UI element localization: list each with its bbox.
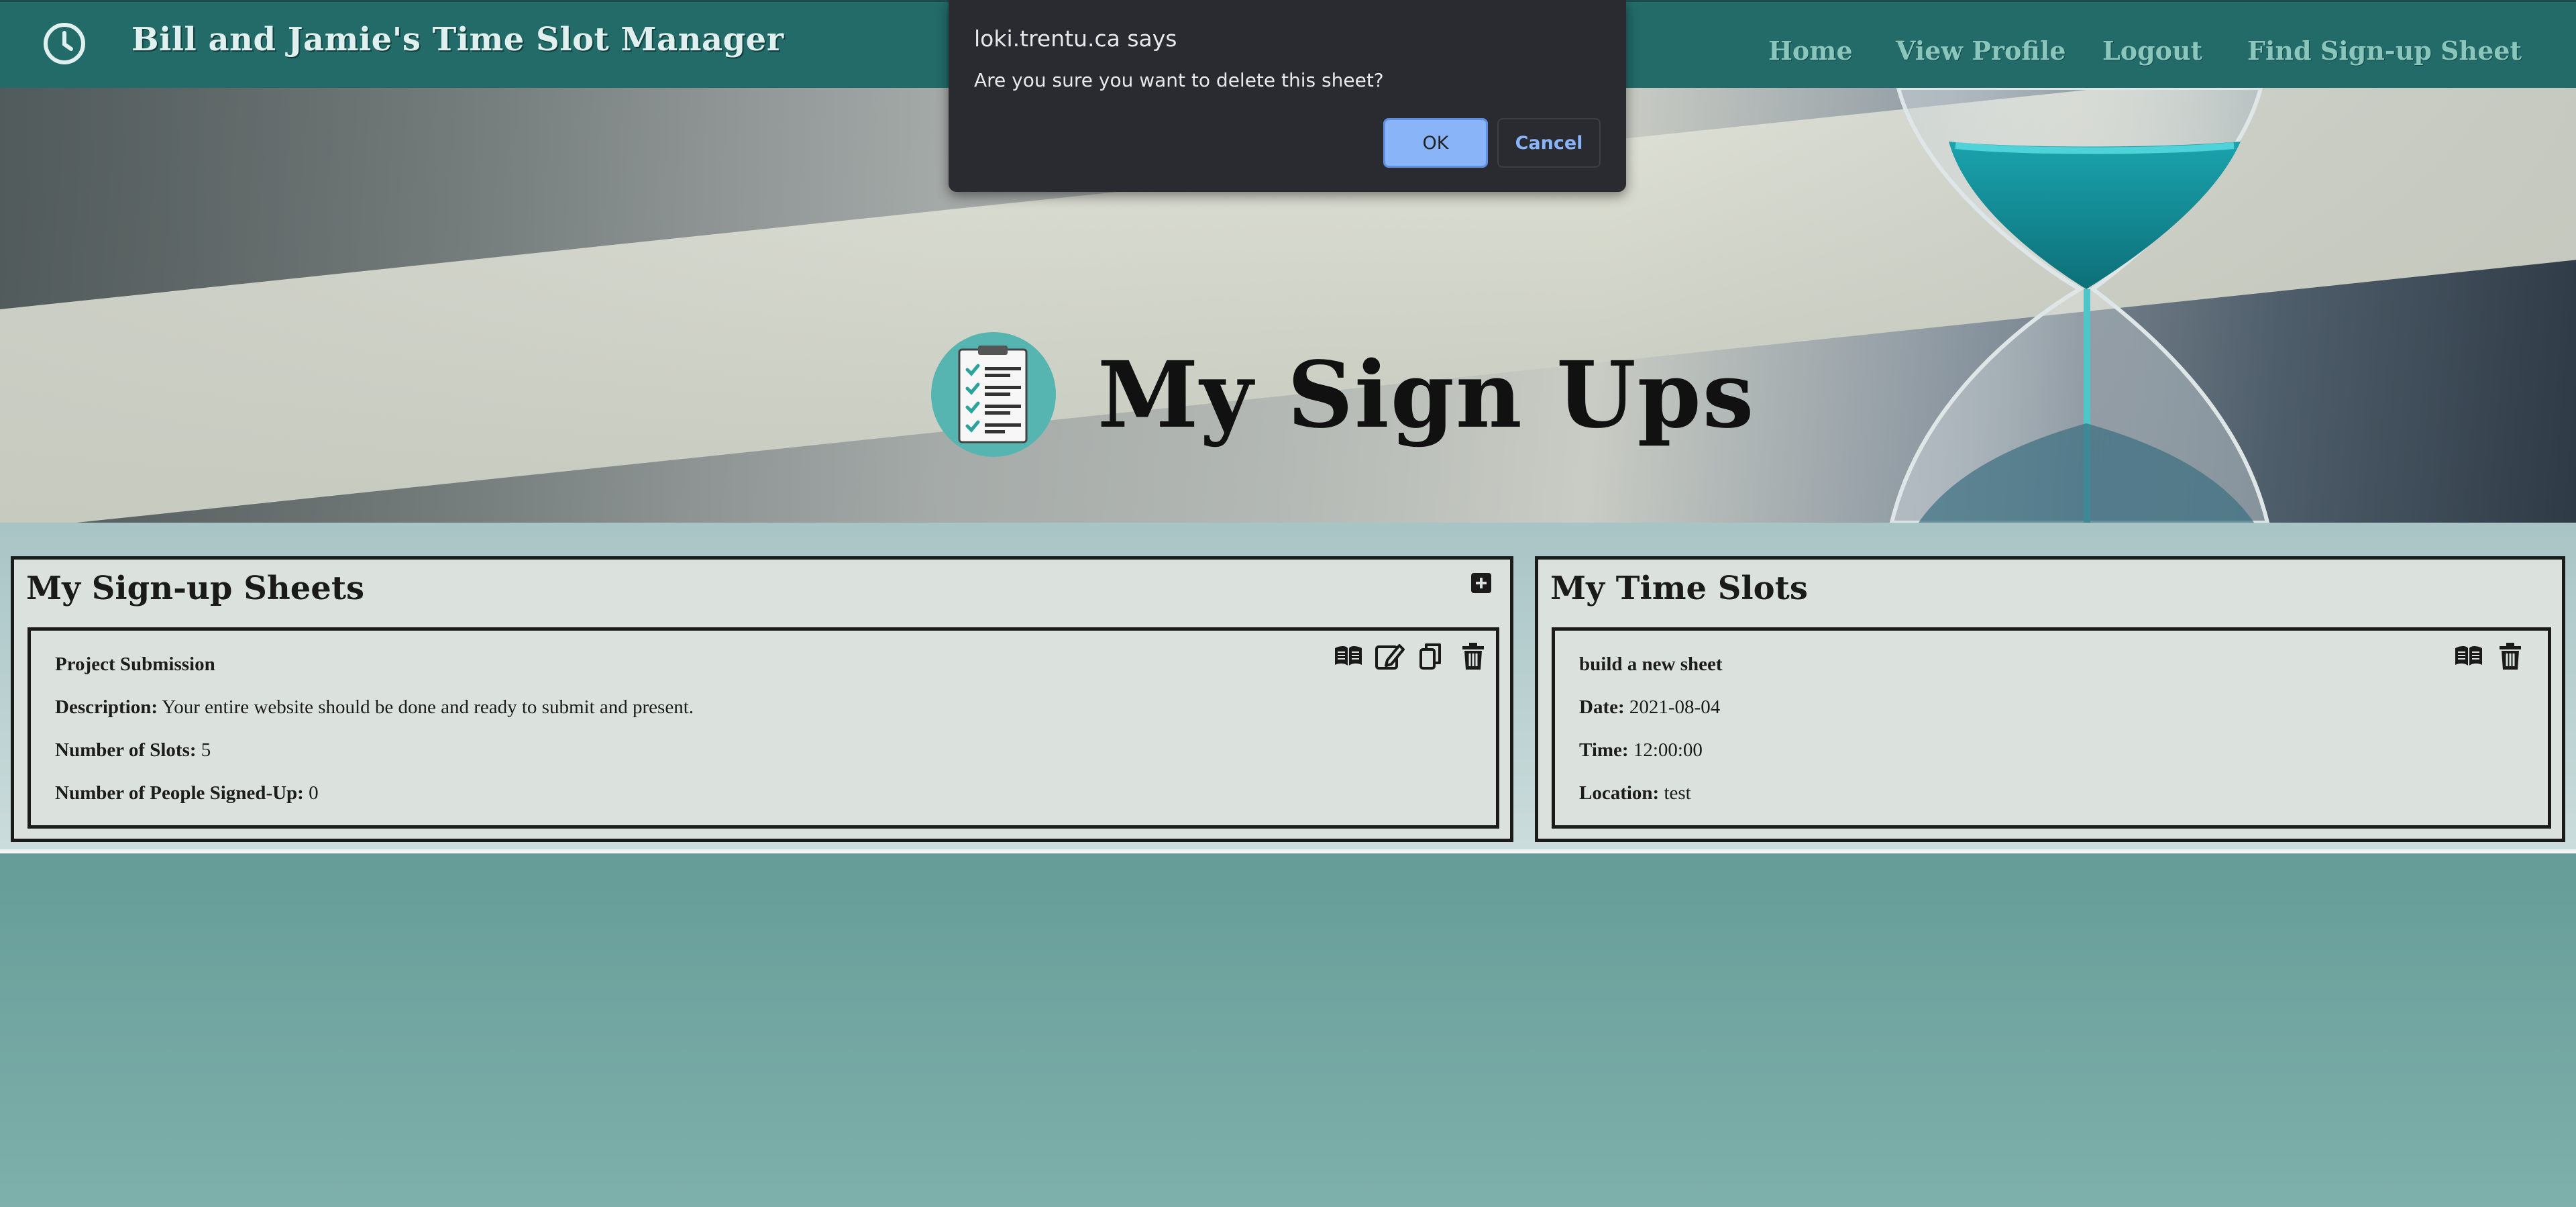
slot-date: Date: 2021-08-04 [1579, 696, 1721, 718]
sheet-actions [1332, 641, 1489, 671]
cancel-button[interactable]: Cancel [1497, 118, 1601, 168]
add-sheet-icon[interactable] [1471, 573, 1491, 593]
delete-icon[interactable] [2494, 641, 2526, 671]
signup-sheets-heading: My Sign-up Sheets [26, 570, 365, 607]
confirm-dialog: loki.trentu.ca says Are you sure you wan… [949, 0, 1626, 192]
copy-icon[interactable] [1415, 641, 1448, 671]
delete-icon[interactable] [1457, 641, 1489, 671]
view-book-icon[interactable] [2453, 641, 2485, 671]
nav-link-home[interactable]: Home [1768, 32, 1853, 70]
main-content: My Sign-up Sheets Project Submission Des… [0, 523, 2576, 853]
sheet-signed-count: Number of People Signed-Up: 0 [55, 782, 319, 804]
ok-button[interactable]: OK [1383, 118, 1488, 168]
hourglass-image [1889, 88, 2270, 523]
time-slots-panel: My Time Slots build a new sheet Date: 20… [1535, 556, 2565, 842]
sheet-slot-count: Number of Slots: 5 [55, 739, 211, 761]
signup-sheet-card: Project Submission Description: Your ent… [28, 627, 1499, 829]
slot-location: Location: test [1579, 782, 1691, 804]
slot-name: build a new sheet [1579, 653, 1723, 675]
slot-actions [2453, 641, 2526, 671]
time-slots-heading: My Time Slots [1550, 570, 1808, 607]
view-book-icon[interactable] [1332, 641, 1364, 671]
time-slot-card: build a new sheet Date: 2021-08-04 Time:… [1552, 627, 2551, 829]
site-title: Bill and Jamie's Time Slot Manager [131, 21, 784, 58]
dialog-title: loki.trentu.ca says [974, 25, 1177, 52]
edit-icon[interactable] [1374, 641, 1406, 671]
clipboard-checklist-icon [931, 332, 1056, 457]
dialog-message: Are you sure you want to delete this she… [974, 69, 1384, 91]
nav-link-logout[interactable]: Logout [2102, 32, 2202, 70]
nav-link-view-profile[interactable]: View Profile [1896, 32, 2066, 70]
signup-sheets-panel: My Sign-up Sheets Project Submission Des… [11, 556, 1513, 842]
page-title: My Sign Ups [1097, 342, 1756, 449]
sheet-description: Description: Your entire website should … [55, 696, 694, 718]
sheet-name: Project Submission [55, 653, 215, 675]
clock-icon [44, 23, 85, 64]
nav-link-find-signup-sheet[interactable]: Find Sign-up Sheet [2247, 32, 2522, 70]
slot-time: Time: 12:00:00 [1579, 739, 1703, 761]
